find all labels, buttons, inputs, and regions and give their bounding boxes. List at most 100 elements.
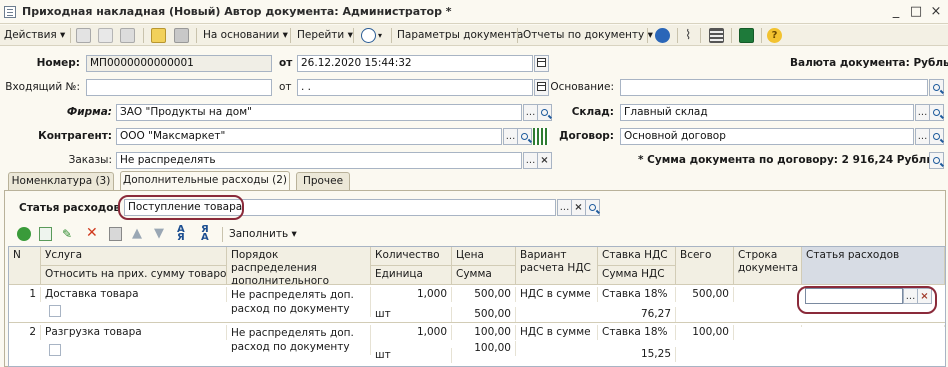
add-row-icon[interactable] (17, 227, 31, 241)
tab-nomenclature[interactable]: Номенклатура (3) (8, 172, 114, 190)
incoming-date-field[interactable]: . . (297, 79, 533, 96)
based-on-menu[interactable]: На основании ▾ (203, 28, 288, 43)
orders-field[interactable]: Не распределять (116, 152, 522, 169)
post-document-icon[interactable] (151, 28, 166, 43)
move-up-icon[interactable]: ▲ (132, 226, 142, 241)
firm-field[interactable]: ЗАО "Продукты на дом" (116, 104, 522, 121)
orders-select-button[interactable]: ... (523, 152, 538, 169)
price-cell[interactable]: 100,00 (452, 325, 516, 340)
contract-search-button[interactable] (929, 128, 944, 145)
col-qty-header[interactable]: Количество (371, 247, 452, 266)
doc-row-cell[interactable] (734, 325, 802, 327)
clock-icon[interactable] (361, 28, 376, 43)
structure-icon[interactable] (709, 28, 724, 43)
unit-cell[interactable]: шт (371, 307, 452, 322)
col-vat-sum-header[interactable]: Сумма НДС (598, 266, 676, 285)
firm-select-button[interactable]: ... (523, 104, 538, 121)
incoming-number-field[interactable] (86, 79, 272, 96)
go-to-menu[interactable]: Перейти ▾ (297, 28, 353, 43)
attachment-icon[interactable]: ⌇ (685, 28, 691, 43)
col-vat-rate-header[interactable]: Ставка НДС (598, 247, 676, 266)
vat-variant-cell[interactable]: НДС в сумме (516, 287, 598, 302)
doc-row-cell[interactable] (734, 287, 802, 289)
add-copy-icon[interactable] (39, 227, 52, 241)
clock-dropdown-icon[interactable]: ▾ (378, 28, 382, 43)
col-n-header[interactable]: N (9, 247, 41, 285)
service-cell[interactable]: Доставка товара (41, 287, 227, 302)
order-cell[interactable]: Не распределять доп. расход по документу (227, 325, 371, 355)
tab-additional-expenses[interactable]: Дополнительные расходы (2) (120, 171, 290, 190)
relate-checkbox[interactable] (49, 344, 61, 356)
col-service-header[interactable]: Услуга (41, 247, 227, 266)
price-cell[interactable]: 500,00 (452, 287, 516, 302)
contract-select-button[interactable]: ... (915, 128, 930, 145)
close-button[interactable]: × (928, 4, 944, 20)
document-params-button[interactable]: Параметры документа (397, 28, 523, 43)
col-unit-header[interactable]: Единица (371, 266, 452, 285)
date-field[interactable]: 26.12.2020 15:44:32 (297, 55, 533, 72)
tab-other[interactable]: Прочее (296, 172, 350, 190)
end-edit-icon[interactable] (109, 227, 122, 241)
total-cell[interactable]: 500,00 (676, 287, 734, 302)
order-cell[interactable]: Не распределять доп. расход по документу (227, 287, 371, 317)
sum-cell[interactable]: 500,00 (452, 307, 516, 322)
service-cell[interactable]: Разгрузка товара (41, 325, 227, 340)
vat-variant-cell[interactable]: НДС в сумме (516, 325, 598, 340)
unit-cell[interactable]: шт (371, 348, 452, 363)
contractor-search-button[interactable] (517, 128, 532, 145)
vat-rate-cell[interactable]: Ставка 18% (598, 287, 676, 302)
col-total-header[interactable]: Всего (676, 247, 734, 285)
sort-asc-icon[interactable]: AЯ (177, 225, 185, 243)
basis-search-button[interactable] (929, 79, 944, 96)
number-field[interactable]: МП0000000000001 (86, 55, 272, 72)
col-price-header[interactable]: Цена (452, 247, 516, 266)
move-down-icon[interactable]: ▼ (154, 226, 164, 241)
warehouse-search-button[interactable] (929, 104, 944, 121)
warehouse-field[interactable]: Главный склад (620, 104, 914, 121)
total-cell[interactable]: 100,00 (676, 325, 734, 340)
expense-clear-button[interactable]: × (571, 199, 586, 216)
sum-search-button[interactable] (929, 152, 944, 169)
fill-menu[interactable]: Заполнить ▾ (229, 228, 297, 240)
sum-cell[interactable]: 100,00 (452, 341, 516, 356)
minimize-button[interactable]: _ (888, 4, 904, 20)
unpost-document-icon[interactable] (174, 28, 189, 43)
relate-checkbox[interactable] (49, 305, 61, 317)
orders-clear-button[interactable]: × (537, 152, 552, 169)
warehouse-select-button[interactable]: ... (915, 104, 930, 121)
contractor-select-button[interactable]: ... (503, 128, 518, 145)
col-order-header[interactable]: Порядок распределения дополнительного ра… (227, 247, 371, 285)
col-doc-row-header[interactable]: Строка документа (734, 247, 802, 285)
col-vat-variant-header[interactable]: Вариант расчета НДС (516, 247, 598, 285)
maximize-button[interactable]: □ (908, 4, 924, 20)
calendar-button[interactable] (534, 55, 549, 72)
vat-sum-cell[interactable]: 15,25 (598, 347, 676, 362)
excel-icon[interactable] (739, 28, 754, 43)
qty-cell[interactable]: 1,000 (371, 325, 452, 340)
col-expense-item-header[interactable]: Статья расходов (802, 247, 945, 285)
col-sum-header[interactable]: Сумма (452, 266, 516, 285)
email-icon[interactable] (655, 28, 670, 43)
expense-item-cell[interactable] (802, 325, 945, 327)
basis-field[interactable] (620, 79, 928, 96)
contractor-field[interactable]: ООО "Максмаркет" (116, 128, 502, 145)
edit-row-icon[interactable]: ✎ (62, 228, 75, 240)
sort-desc-icon[interactable]: ЯA (201, 225, 209, 243)
actions-menu[interactable]: Действия ▾ (4, 28, 65, 43)
expense-search-button[interactable] (585, 199, 600, 216)
print-icon[interactable] (120, 28, 135, 43)
help-icon[interactable]: ? (767, 28, 782, 43)
contract-field[interactable]: Основной договор (620, 128, 914, 145)
expense-select-button[interactable]: ... (557, 199, 572, 216)
save-icon[interactable] (76, 28, 91, 43)
col-relate-header[interactable]: Относить на прих. сумму товаров (41, 266, 227, 285)
qty-cell[interactable]: 1,000 (371, 287, 452, 302)
delete-row-icon[interactable]: ✕ (86, 226, 99, 240)
vat-sum-cell[interactable]: 76,27 (598, 307, 676, 322)
copy-icon[interactable] (98, 28, 113, 43)
table-row[interactable]: 2 Разгрузка товара Не распределять доп. … (9, 323, 945, 366)
search-icon (933, 133, 940, 140)
toolbar-separator (196, 28, 197, 43)
document-reports-menu[interactable]: Отчеты по документу ▾ (523, 28, 653, 43)
vat-rate-cell[interactable]: Ставка 18% (598, 325, 676, 340)
